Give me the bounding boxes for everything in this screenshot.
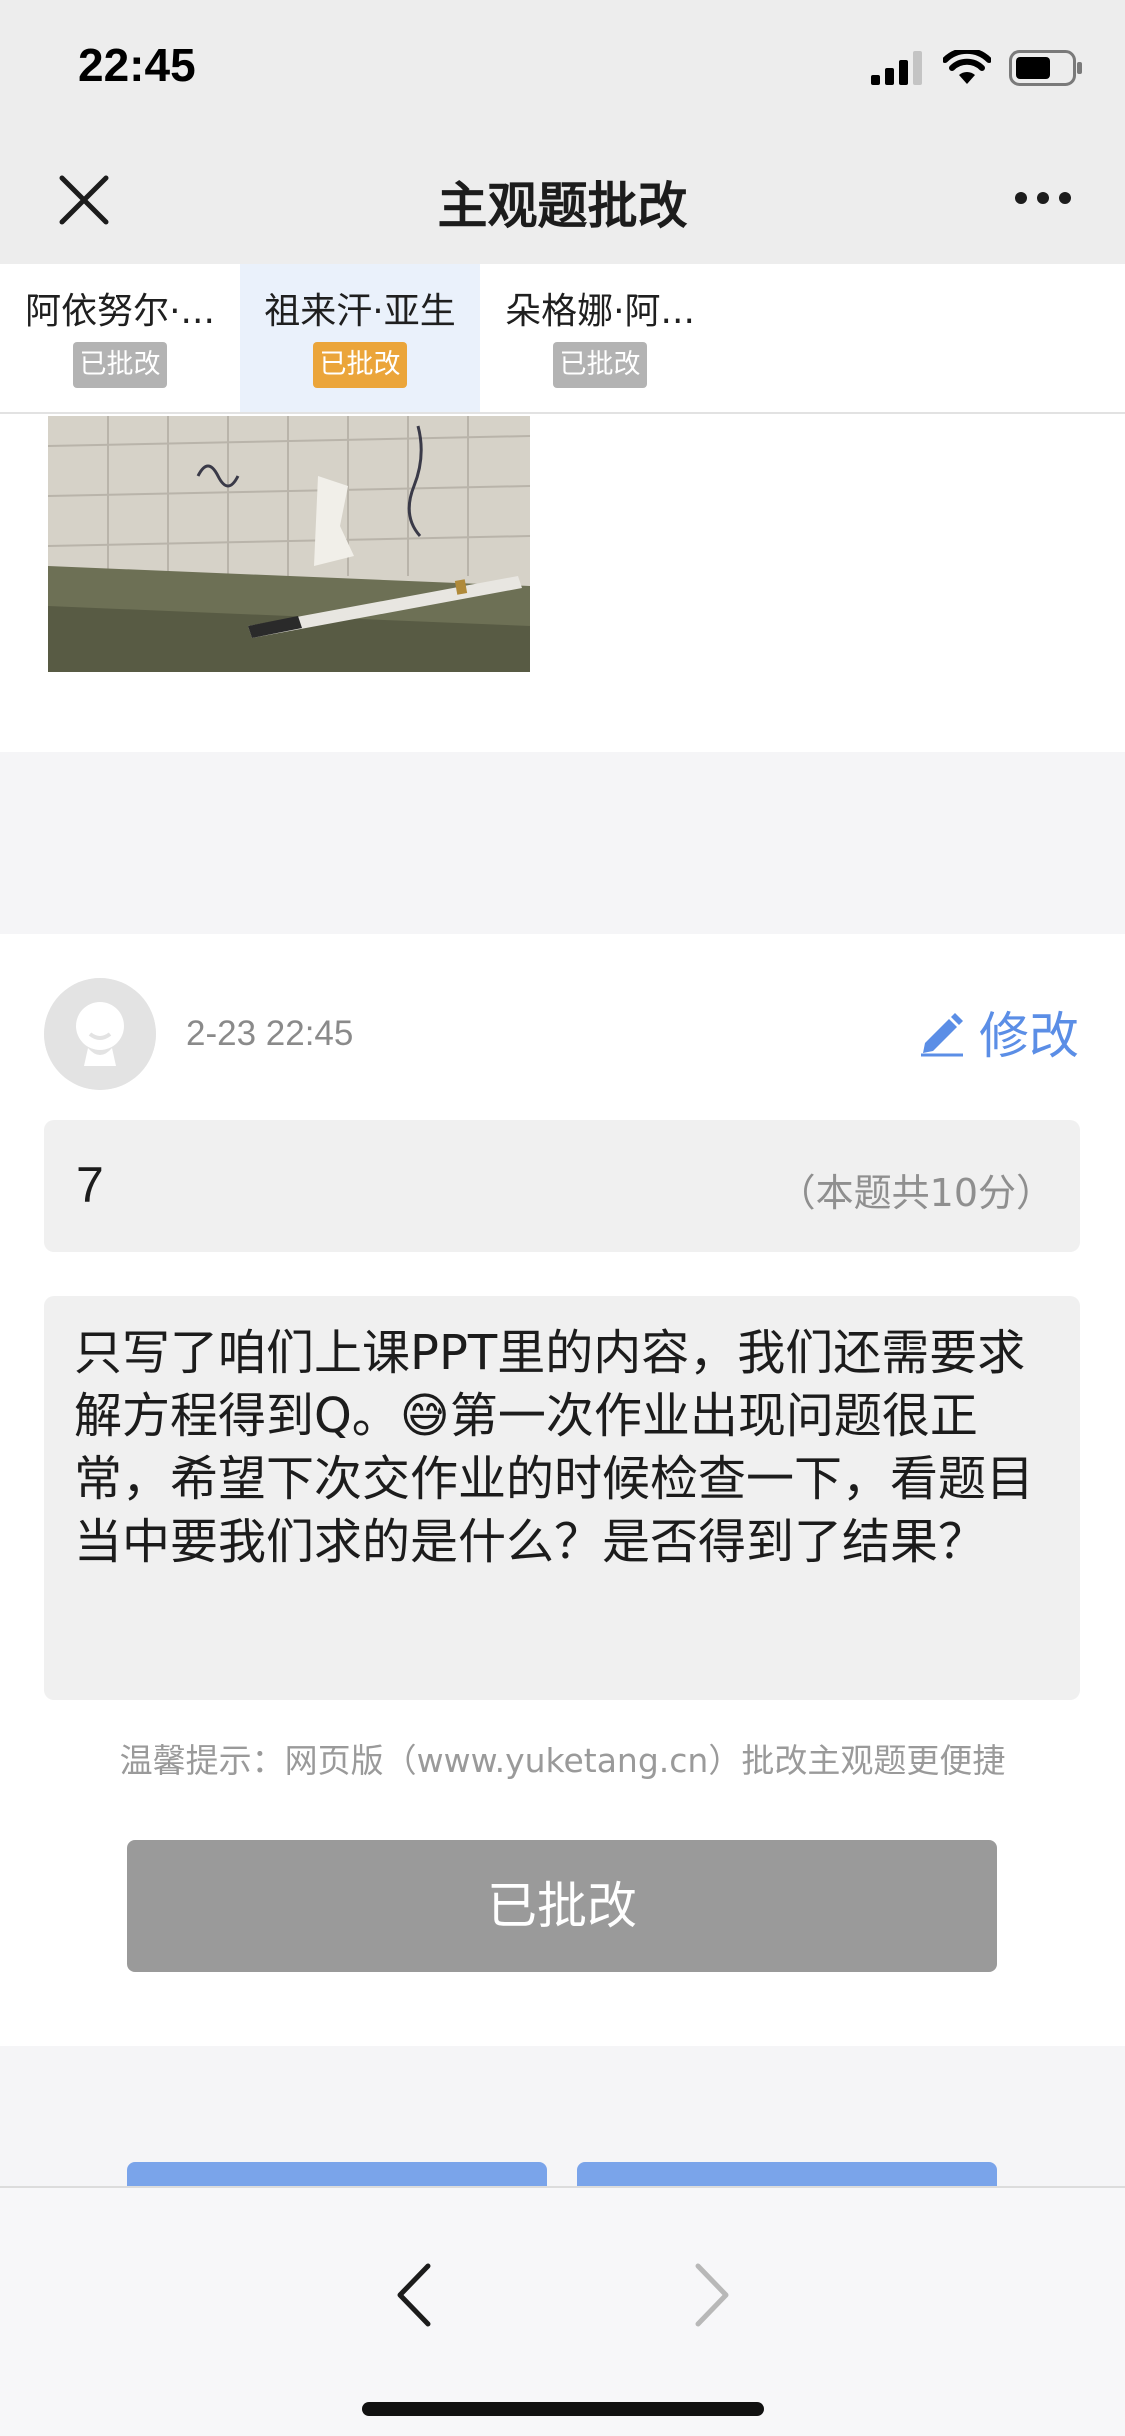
status-bar: 22:45 (0, 0, 1125, 130)
status-time: 22:45 (78, 39, 196, 91)
comment-field[interactable]: 只写了咱们上课PPT里的内容，我们还需要求解方程得到Q。😅第一次作业出现问题很正… (44, 1296, 1080, 1700)
home-indicator (362, 2402, 764, 2416)
pencil-icon (921, 1013, 963, 1057)
section-gap (0, 752, 1125, 934)
status-badge: 已批改 (313, 342, 407, 388)
score-value: 7 (76, 1157, 104, 1213)
student-name: 阿依努尔·... (25, 291, 215, 332)
more-icon[interactable] (1013, 188, 1073, 208)
student-tab[interactable]: 阿依努尔·... 已批改 (0, 264, 240, 412)
avatar (44, 978, 156, 1090)
page-title: 主观题批改 (437, 177, 688, 235)
student-tab[interactable]: 朵格娜·阿... 已批改 (480, 264, 720, 412)
signal-icon (871, 51, 922, 85)
grading-card: 2-23 22:45 修改 7 （本题共10分） 只写了咱们上课PPT里的内容，… (0, 934, 1125, 2046)
nav-bar: 主观题批改 (0, 130, 1125, 264)
edit-button[interactable]: 修改 (917, 1000, 1079, 1065)
chevron-left-icon[interactable] (390, 2258, 438, 2332)
student-tab-active[interactable]: 祖来汗·亚生 已批改 (240, 264, 480, 412)
bottom-toolbar (0, 2186, 1125, 2436)
student-name: 祖来汗·亚生 (264, 291, 456, 332)
student-name: 朵格娜·阿... (505, 291, 695, 332)
wifi-icon (943, 50, 991, 84)
graded-button[interactable]: 已批改 (127, 1840, 997, 1972)
grade-timestamp: 2-23 22:45 (186, 1014, 354, 1053)
edit-label: 修改 (979, 1007, 1079, 1065)
status-icons (871, 48, 1083, 88)
answer-photo-section (0, 416, 1125, 752)
bottom-strip (0, 2046, 1125, 2202)
score-field[interactable]: 7 （本题共10分） (44, 1120, 1080, 1252)
score-total: （本题共10分） (777, 1171, 1054, 1215)
status-badge: 已批改 (73, 342, 167, 388)
comment-text: 只写了咱们上课PPT里的内容，我们还需要求解方程得到Q。😅第一次作业出现问题很正… (74, 1325, 1035, 1570)
student-tabs: 阿依努尔·... 已批改 祖来汗·亚生 已批改 朵格娜·阿... 已批改 (0, 264, 1125, 414)
answer-photo[interactable] (48, 416, 530, 672)
battery-icon (1009, 50, 1082, 86)
tip-text: 温馨提示：网页版（www.yuketang.cn）批改主观题更便捷 (119, 1741, 1006, 1780)
chevron-right-icon[interactable] (688, 2258, 736, 2332)
status-badge: 已批改 (553, 342, 647, 388)
user-avatar-icon (44, 978, 156, 1090)
